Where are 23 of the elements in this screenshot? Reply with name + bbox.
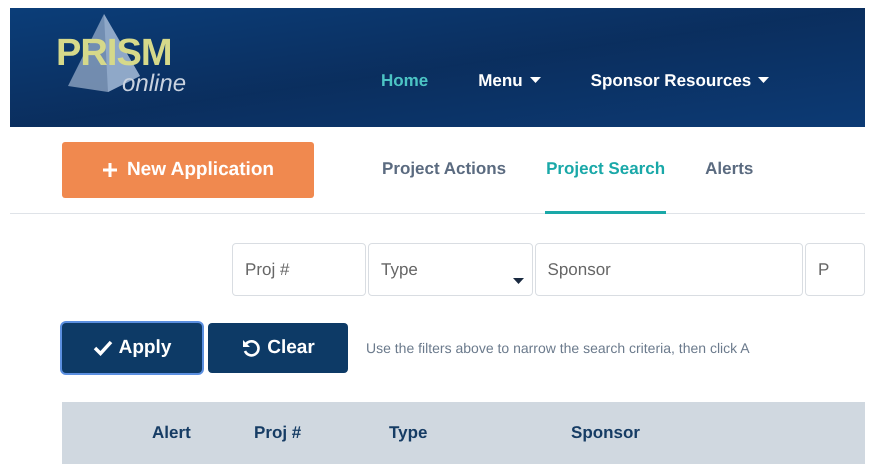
nav-link[interactable]: Home: [381, 68, 428, 94]
caret-icon: [758, 77, 770, 84]
column-header: Proj #: [254, 423, 302, 442]
tab[interactable]: Project Actions: [381, 126, 508, 214]
input-field[interactable]: Proj #: [232, 243, 366, 296]
checkmark-icon: [92, 340, 113, 356]
caret-icon: [512, 278, 524, 285]
input-field[interactable]: Sponsor: [534, 243, 803, 296]
clear-button[interactable]: Clear: [208, 323, 348, 373]
tab[interactable]: Alerts: [704, 126, 754, 214]
plus-icon: [102, 162, 118, 178]
select-field[interactable]: Type: [368, 243, 532, 296]
column-header: Type: [389, 423, 428, 442]
nav-link[interactable]: Menu: [478, 68, 541, 94]
input-field[interactable]: P: [805, 243, 865, 296]
logo-subtitle: online: [122, 72, 186, 96]
caret-icon: [530, 77, 541, 84]
column-header: Sponsor: [571, 423, 640, 442]
nav-link[interactable]: Sponsor Resources: [590, 68, 770, 94]
undo-icon: [241, 338, 262, 358]
column-header: Alert: [152, 423, 191, 442]
apply-button[interactable]: Apply: [62, 323, 202, 373]
hint-text: Use the filters above to narrow the search criteria, then click A: [366, 338, 750, 358]
